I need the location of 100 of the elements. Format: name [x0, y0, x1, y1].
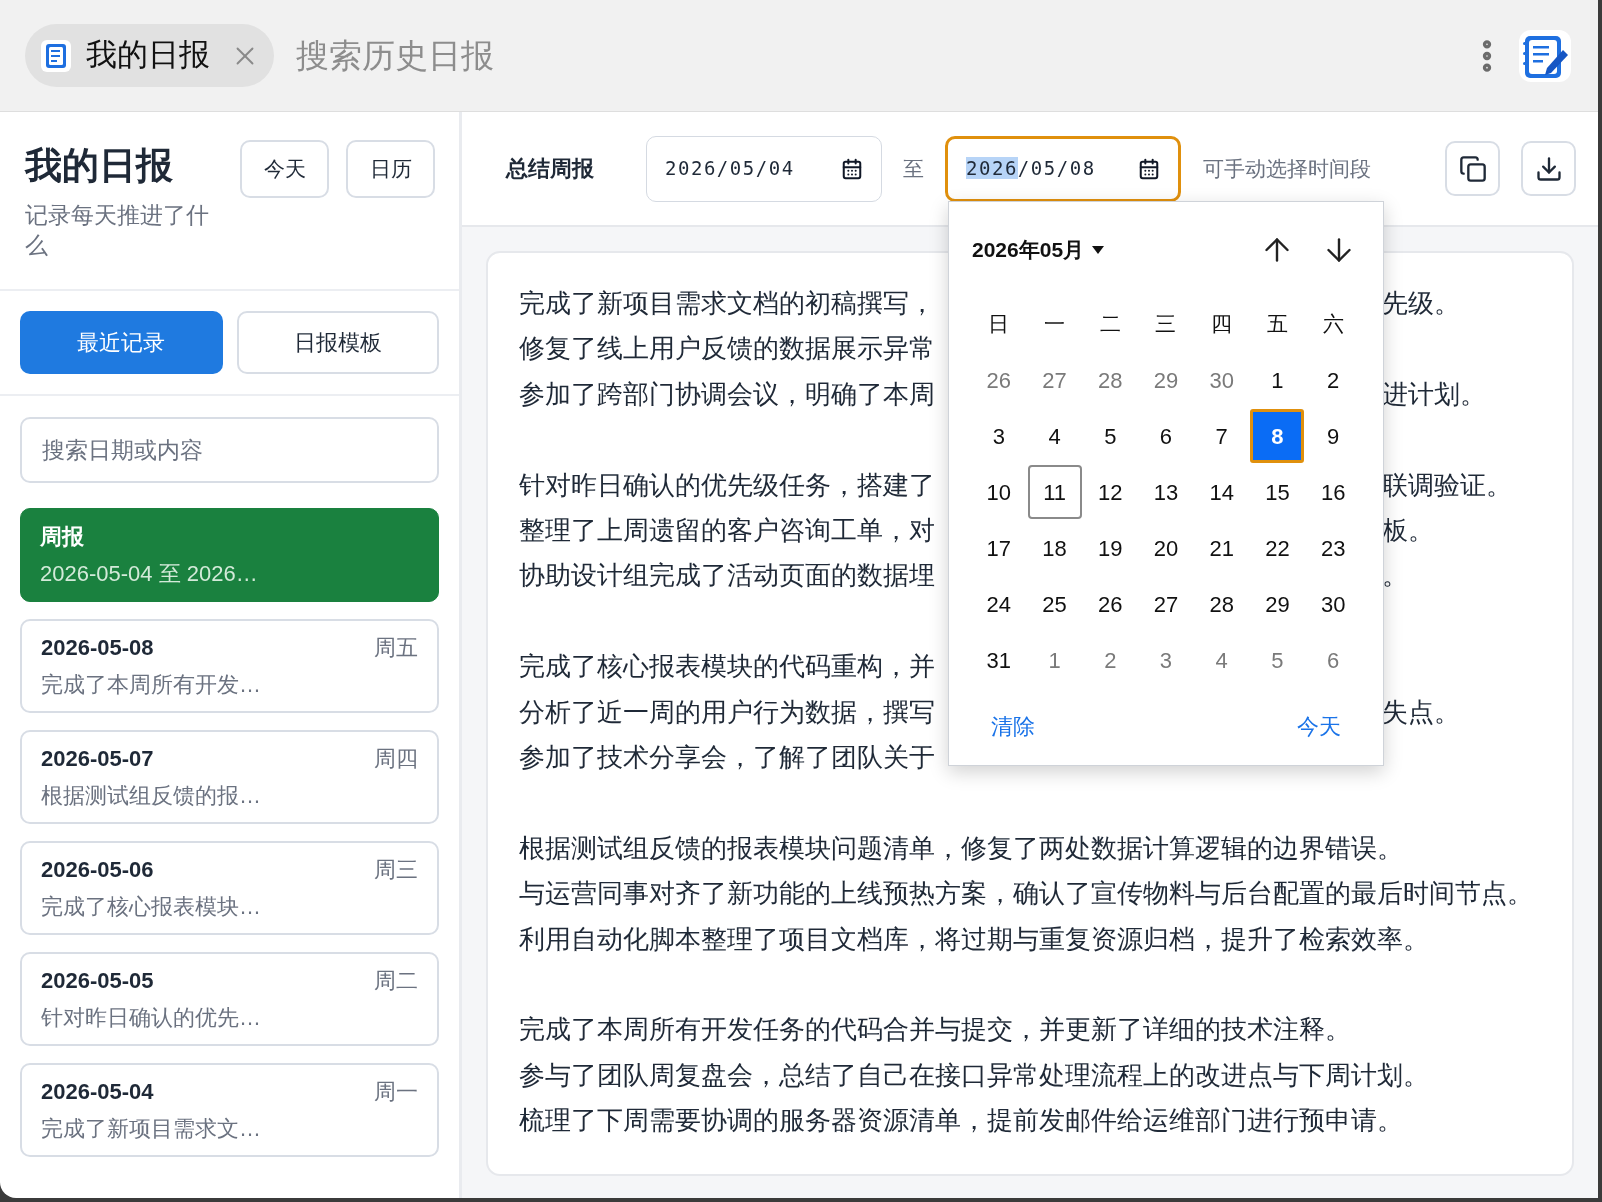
- entry-weekday: 周五: [374, 634, 418, 662]
- entry-summary: 2026-05-04 至 2026…: [40, 560, 259, 588]
- entry-weekday: 周一: [374, 1078, 418, 1106]
- calendar-day[interactable]: 30: [1194, 353, 1249, 407]
- search-field[interactable]: 搜索历史日报: [296, 25, 896, 86]
- sidebar-tab[interactable]: 最近记录: [20, 311, 223, 374]
- calendar-day[interactable]: 22: [1250, 521, 1305, 575]
- calendar-day[interactable]: 13: [1139, 465, 1193, 519]
- entry-summary: 完成了新项目需求文…: [41, 1115, 262, 1143]
- calendar-day[interactable]: 11: [1027, 465, 1082, 519]
- daily-report-card[interactable]: 2026-05-07 周四 根据测试组反馈的报…: [20, 730, 439, 824]
- entry-summary: 完成了本周所有开发…: [41, 671, 262, 699]
- calendar-day[interactable]: 18: [1027, 521, 1082, 575]
- calendar-day[interactable]: 21: [1194, 521, 1249, 575]
- calendar-day[interactable]: 24: [971, 577, 1026, 631]
- calendar-day[interactable]: 2: [1083, 633, 1138, 687]
- weekday-label: 一: [1044, 311, 1066, 338]
- sidebar-subtitle: 记录每天推进了什么: [25, 201, 210, 260]
- calendar-day[interactable]: 8: [1250, 409, 1305, 463]
- weekday-label: 二: [1099, 311, 1121, 338]
- calendar-day[interactable]: 30: [1306, 577, 1361, 631]
- daily-report-card[interactable]: 2026-05-05 周二 针对昨日确认的优先…: [20, 952, 439, 1046]
- report-line: 参加了跨部门协调会议，明确了本周: [519, 378, 935, 410]
- calendar-day[interactable]: 9: [1306, 409, 1361, 463]
- copy-icon: [1458, 154, 1487, 183]
- entry-summary: 完成了核心报表模块…: [41, 893, 262, 921]
- caret-icon: [1092, 246, 1105, 254]
- calendar-day[interactable]: 27: [1027, 353, 1082, 407]
- download-button[interactable]: [1521, 141, 1576, 196]
- calendar-icon[interactable]: [1138, 157, 1160, 180]
- calendar-day[interactable]: 3: [971, 409, 1026, 463]
- calendar-day[interactable]: 17: [971, 521, 1026, 575]
- copy-button[interactable]: [1445, 141, 1500, 196]
- calendar-day[interactable]: 25: [1027, 577, 1082, 631]
- weekday-label: 四: [1211, 311, 1233, 338]
- daily-report-card[interactable]: 2026-05-08 周五 完成了本周所有开发…: [20, 619, 439, 713]
- notepad-pen-icon[interactable]: [1517, 27, 1573, 84]
- calendar-day[interactable]: 26: [1083, 577, 1138, 631]
- entry-summary: 针对昨日确认的优先…: [41, 1004, 262, 1032]
- header-button[interactable]: 日历: [346, 140, 435, 198]
- download-icon: [1534, 154, 1563, 183]
- entry-weekday: 周四: [374, 745, 418, 773]
- calendar-day[interactable]: 26: [971, 353, 1026, 407]
- toolbar-label: 总结周报: [506, 155, 595, 183]
- report-line-end: 进计划。: [1382, 378, 1486, 410]
- calendar-day[interactable]: 7: [1194, 409, 1249, 463]
- clear-button[interactable]: 清除: [991, 709, 1035, 743]
- sidebar-title: 我的日报: [25, 144, 174, 188]
- report-line: 与运营同事对齐了新功能的上线预热方案，确认了宣传物料与后台配置的最后时间节点。: [519, 878, 1533, 910]
- calendar-day[interactable]: 28: [1194, 577, 1249, 631]
- calendar-day[interactable]: 28: [1083, 353, 1138, 407]
- calendar-day[interactable]: 5: [1250, 633, 1305, 687]
- calendar-day[interactable]: 16: [1306, 465, 1361, 519]
- calendar-day[interactable]: 3: [1139, 633, 1193, 687]
- calendar-day[interactable]: 4: [1027, 409, 1082, 463]
- calendar-day[interactable]: 5: [1083, 409, 1138, 463]
- weekday-label: 六: [1322, 311, 1344, 338]
- entry-title: 周报: [40, 523, 85, 551]
- notebook-icon: [38, 37, 74, 74]
- report-line: 完成了新项目需求文档的初稿撰写，: [519, 288, 935, 319]
- report-line: 参与了团队周复盘会，总结了自己在接口异常处理流程上的改进点与下周计划。: [519, 1059, 1429, 1091]
- entry-date: 2026-05-06: [41, 856, 154, 884]
- calendar-day[interactable]: 29: [1139, 353, 1193, 407]
- today-button[interactable]: 今天: [1297, 709, 1341, 743]
- report-line-end: 联调验证。: [1382, 469, 1512, 501]
- calendar-icon[interactable]: [841, 157, 863, 180]
- calendar-day[interactable]: 1: [1027, 633, 1082, 687]
- calendar-day[interactable]: 29: [1250, 577, 1305, 631]
- entry-date: 2026-05-08: [41, 634, 154, 662]
- date-field[interactable]: 2026/05/08: [945, 135, 1181, 202]
- report-line: 针对昨日确认的优先级任务，搭建了: [519, 469, 935, 501]
- calendar-day[interactable]: 31: [971, 633, 1026, 687]
- calendar-day[interactable]: 6: [1139, 409, 1193, 463]
- sidebar-tab[interactable]: 日报模板: [236, 311, 439, 374]
- calendar-day[interactable]: 19: [1083, 521, 1138, 575]
- weekday-label: 三: [1155, 311, 1177, 338]
- app-tab[interactable]: 我的日报: [25, 24, 274, 87]
- calendar-day[interactable]: 23: [1306, 521, 1361, 575]
- calendar-day[interactable]: 15: [1250, 465, 1305, 519]
- calendar-day[interactable]: 4: [1194, 633, 1249, 687]
- calendar-day[interactable]: 1: [1250, 353, 1305, 407]
- daily-report-card[interactable]: 2026-05-04 周一 完成了新项目需求文…: [20, 1063, 439, 1157]
- date-field[interactable]: 2026/05/04: [646, 135, 882, 202]
- daily-report-card[interactable]: 2026-05-06 周三 完成了核心报表模块…: [20, 841, 439, 935]
- calendar-day[interactable]: 12: [1083, 465, 1138, 519]
- report-line-end: 失点。: [1382, 696, 1460, 728]
- calendar-day[interactable]: 6: [1306, 633, 1361, 687]
- calendar-day[interactable]: 14: [1194, 465, 1249, 519]
- calendar-day[interactable]: 20: [1139, 521, 1193, 575]
- range-separator: 至: [903, 155, 924, 182]
- calendar-day[interactable]: 10: [971, 465, 1026, 519]
- search-field[interactable]: 搜索日期或内容: [20, 417, 439, 483]
- calendar-day[interactable]: 2: [1306, 353, 1361, 407]
- range-hint: 可手动选择时间段: [1203, 155, 1371, 182]
- report-line: 梳理了下周需要协调的服务器资源清单，提前发邮件给运维部门进行预申请。: [519, 1105, 1403, 1137]
- weekly-report-card[interactable]: 周报 2026-05-04 至 2026…: [20, 508, 439, 602]
- calendar-day[interactable]: 27: [1139, 577, 1193, 631]
- weekday-label: 日: [988, 311, 1010, 338]
- month-selector[interactable]: 2026年05月: [971, 234, 1105, 266]
- header-button[interactable]: 今天: [240, 140, 329, 198]
